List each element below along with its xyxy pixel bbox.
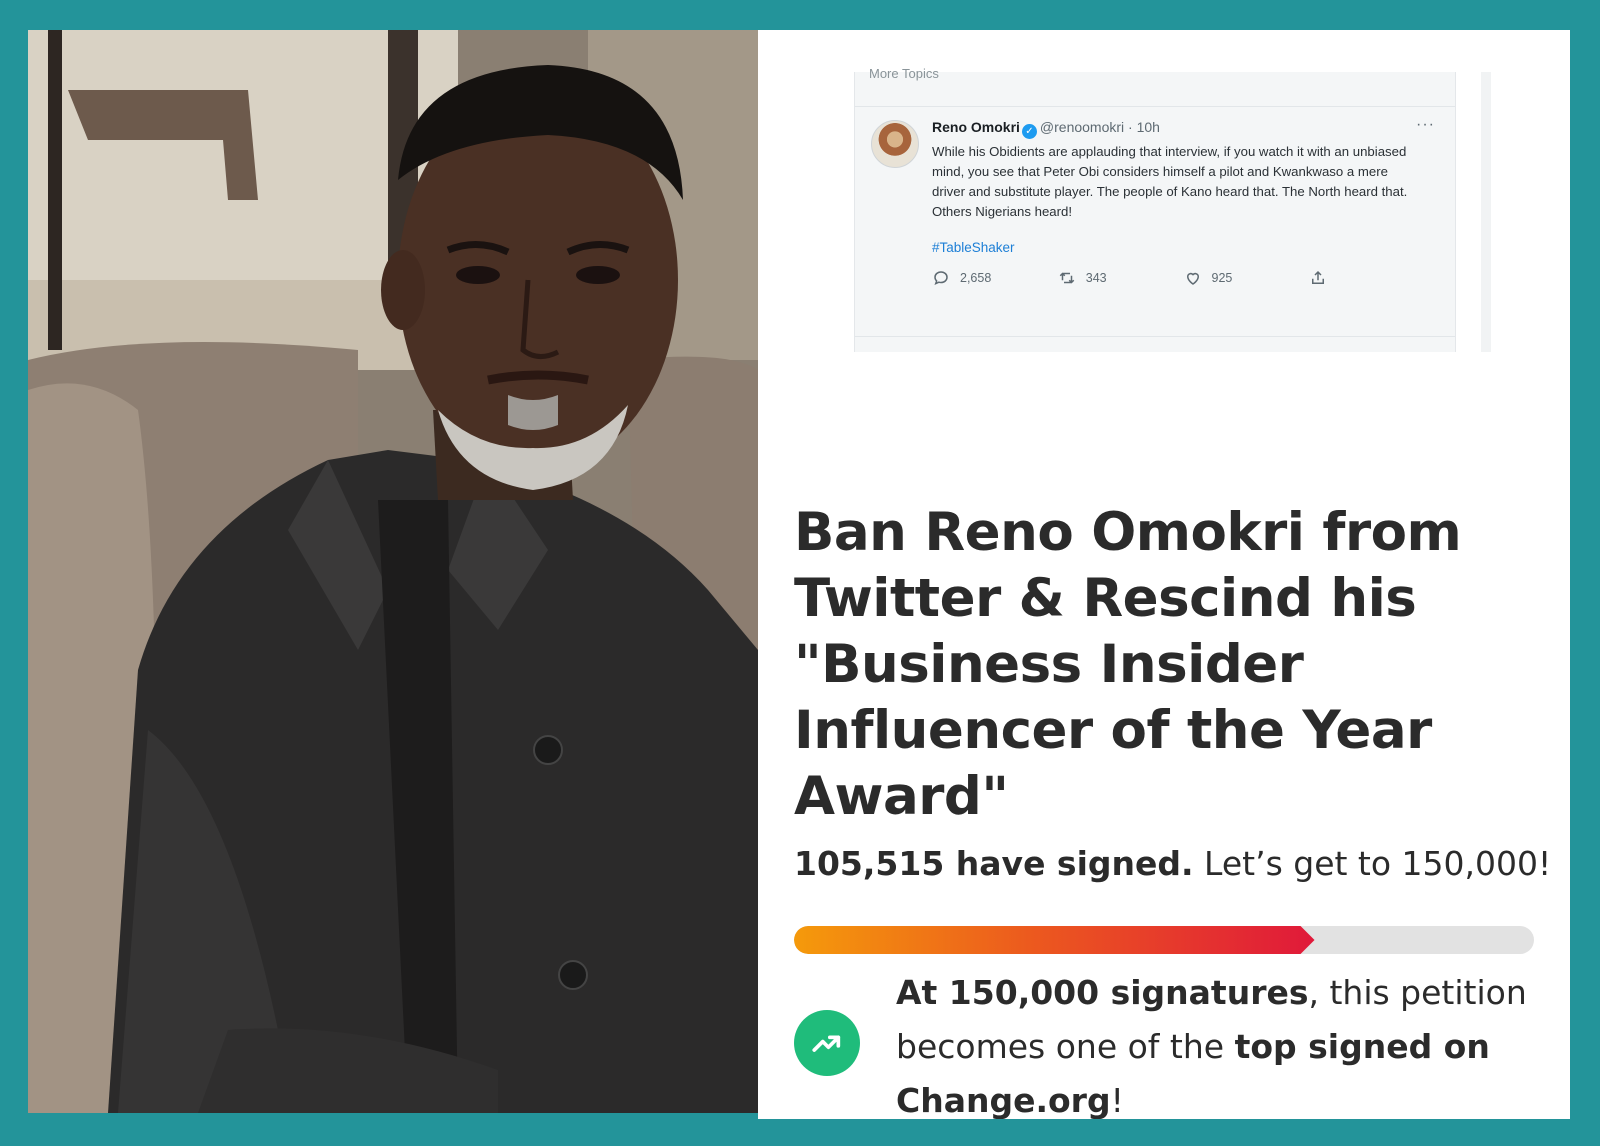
author-name[interactable]: Reno Omokri bbox=[932, 119, 1020, 135]
goal-text: Let’s get to 150,000! bbox=[1193, 844, 1552, 883]
reply-button[interactable]: 2,658 bbox=[932, 269, 1058, 287]
progress-fill bbox=[794, 926, 1315, 954]
divider bbox=[855, 106, 1455, 107]
signed-count: 105,515 have signed. bbox=[794, 844, 1194, 883]
signature-count-line: 105,515 have signed. Let’s get to 150,00… bbox=[794, 842, 1554, 886]
hashtag-link[interactable]: #TableShaker bbox=[932, 240, 1435, 255]
retweet-icon bbox=[1059, 272, 1075, 284]
divider bbox=[855, 336, 1455, 337]
avatar[interactable] bbox=[871, 120, 919, 168]
heart-icon bbox=[1186, 272, 1199, 285]
more-options-icon[interactable]: ··· bbox=[1416, 116, 1435, 134]
milestone-signatures: At 150,000 signatures bbox=[896, 973, 1309, 1012]
trending-up-icon bbox=[794, 1010, 860, 1076]
milestone-end: ! bbox=[1110, 1081, 1124, 1119]
share-button[interactable] bbox=[1309, 269, 1435, 287]
retweet-count: 343 bbox=[1085, 271, 1107, 285]
tweet-screenshot: More Topics Reno Omokri ✓ @renoomokri · 10… bbox=[854, 66, 1491, 352]
portrait-illustration bbox=[28, 30, 758, 1113]
retweet-button[interactable]: 343 bbox=[1058, 269, 1184, 287]
share-icon bbox=[1312, 270, 1325, 284]
reply-icon bbox=[934, 271, 948, 286]
tweet-text: While his Obidients are applauding that … bbox=[932, 144, 1408, 219]
portrait-photo bbox=[28, 30, 758, 1113]
author-handle[interactable]: @renoomokri bbox=[1040, 119, 1124, 135]
petition-panel: More Topics Reno Omokri ✓ @renoomokri · 10… bbox=[758, 30, 1570, 1119]
like-button[interactable]: 925 bbox=[1184, 269, 1310, 287]
signature-progress-bar bbox=[794, 926, 1534, 954]
tweet-header: Reno Omokri ✓ @renoomokri · 10h bbox=[932, 118, 1435, 139]
separator-dot: · bbox=[1124, 119, 1137, 135]
like-count: 925 bbox=[1211, 271, 1233, 285]
scroll-rail bbox=[1481, 72, 1491, 352]
tweet-body: Reno Omokri ✓ @renoomokri · 10h ··· While … bbox=[932, 116, 1435, 287]
tweet-time[interactable]: 10h bbox=[1137, 119, 1160, 135]
verified-badge-icon: ✓ bbox=[1021, 124, 1037, 139]
reply-count: 2,658 bbox=[960, 271, 992, 285]
petition-title: Ban Reno Omokri from Twitter & Rescind h… bbox=[794, 502, 1462, 827]
more-topics-cutoff: More Topics bbox=[869, 66, 939, 81]
tweet-actions: 2,658 343 925 bbox=[932, 269, 1435, 287]
milestone-message: At 150,000 signatures, this petition bec… bbox=[896, 966, 1536, 1119]
